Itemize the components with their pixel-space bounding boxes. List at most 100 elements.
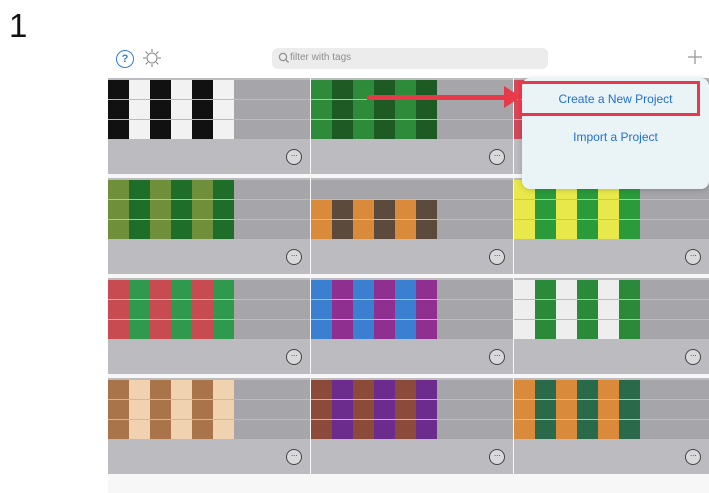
project-browser: ? filter with tags ··· ··· ··· ··· ··· ··· ···… bbox=[108, 40, 709, 493]
thumbnail-strip bbox=[311, 420, 513, 439]
video-thumbnail bbox=[213, 280, 234, 299]
add-icon[interactable] bbox=[686, 48, 704, 66]
video-thumbnail bbox=[416, 280, 437, 299]
gear-icon[interactable] bbox=[142, 48, 162, 68]
video-thumbnail bbox=[416, 380, 437, 399]
video-thumbnail bbox=[171, 380, 192, 399]
thumbnail-strip bbox=[311, 400, 513, 419]
video-thumbnail bbox=[171, 280, 192, 299]
thumbnail-strip bbox=[311, 200, 513, 219]
video-thumbnail bbox=[619, 420, 640, 439]
video-thumbnail bbox=[213, 200, 234, 219]
video-thumbnail bbox=[395, 220, 416, 239]
more-options-icon[interactable]: ··· bbox=[685, 249, 701, 265]
video-thumbnail bbox=[171, 200, 192, 219]
video-thumbnail bbox=[416, 300, 437, 319]
video-thumbnail bbox=[556, 220, 577, 239]
video-thumbnail bbox=[374, 120, 395, 139]
more-options-icon[interactable]: ··· bbox=[489, 349, 505, 365]
help-icon[interactable]: ? bbox=[116, 50, 134, 68]
project-tile[interactable]: ··· bbox=[311, 378, 513, 474]
video-thumbnail bbox=[619, 300, 640, 319]
more-options-icon[interactable]: ··· bbox=[286, 249, 302, 265]
video-thumbnail bbox=[416, 420, 437, 439]
project-tile[interactable]: ··· bbox=[108, 178, 310, 274]
video-thumbnail bbox=[129, 100, 150, 119]
project-tile[interactable]: ··· bbox=[311, 178, 513, 274]
thumbnail-strip bbox=[108, 220, 310, 239]
video-thumbnail bbox=[374, 420, 395, 439]
project-tile[interactable]: ··· bbox=[514, 278, 709, 374]
video-thumbnail bbox=[150, 380, 171, 399]
video-thumbnail bbox=[332, 420, 353, 439]
thumbnail-strip bbox=[108, 400, 310, 419]
video-thumbnail bbox=[129, 200, 150, 219]
video-thumbnail bbox=[395, 400, 416, 419]
thumbnail-strip bbox=[514, 400, 709, 419]
project-tile[interactable]: ··· bbox=[311, 278, 513, 374]
video-thumbnail bbox=[129, 180, 150, 199]
video-thumbnail bbox=[577, 380, 598, 399]
more-options-icon[interactable]: ··· bbox=[685, 349, 701, 365]
video-thumbnail bbox=[311, 380, 332, 399]
video-thumbnail bbox=[577, 320, 598, 339]
video-thumbnail bbox=[353, 320, 374, 339]
video-thumbnail bbox=[213, 400, 234, 419]
thumbnail-strip bbox=[514, 320, 709, 339]
video-thumbnail bbox=[213, 300, 234, 319]
project-tile[interactable]: ··· bbox=[108, 278, 310, 374]
video-thumbnail bbox=[577, 300, 598, 319]
more-options-icon[interactable]: ··· bbox=[286, 449, 302, 465]
more-options-icon[interactable]: ··· bbox=[685, 449, 701, 465]
video-thumbnail bbox=[619, 220, 640, 239]
video-thumbnail bbox=[353, 280, 374, 299]
video-thumbnail bbox=[556, 380, 577, 399]
video-thumbnail bbox=[311, 400, 332, 419]
video-thumbnail bbox=[514, 320, 535, 339]
import-project-menu-item[interactable]: Import a Project bbox=[522, 118, 709, 156]
video-thumbnail bbox=[192, 300, 213, 319]
video-thumbnail bbox=[311, 420, 332, 439]
search-placeholder: filter with tags bbox=[290, 52, 352, 63]
search-icon bbox=[278, 52, 289, 63]
video-thumbnail bbox=[374, 400, 395, 419]
video-thumbnail bbox=[213, 220, 234, 239]
video-thumbnail bbox=[108, 220, 129, 239]
thumbnail-strip bbox=[108, 180, 310, 199]
video-thumbnail bbox=[332, 120, 353, 139]
video-thumbnail bbox=[535, 400, 556, 419]
video-thumbnail bbox=[577, 220, 598, 239]
video-thumbnail bbox=[395, 100, 416, 119]
more-options-icon[interactable]: ··· bbox=[489, 249, 505, 265]
video-thumbnail bbox=[129, 220, 150, 239]
video-thumbnail bbox=[171, 400, 192, 419]
thumbnail-strip bbox=[108, 380, 310, 399]
video-thumbnail bbox=[108, 80, 129, 99]
video-thumbnail bbox=[395, 280, 416, 299]
video-thumbnail bbox=[213, 80, 234, 99]
project-tile[interactable]: ··· bbox=[514, 178, 709, 274]
more-options-icon[interactable]: ··· bbox=[286, 349, 302, 365]
video-thumbnail bbox=[353, 420, 374, 439]
video-thumbnail bbox=[535, 300, 556, 319]
video-thumbnail bbox=[353, 400, 374, 419]
project-tile[interactable]: ··· bbox=[311, 78, 513, 174]
more-options-icon[interactable]: ··· bbox=[286, 149, 302, 165]
thumbnail-strip bbox=[514, 380, 709, 399]
project-tile[interactable]: ··· bbox=[514, 378, 709, 474]
video-thumbnail bbox=[129, 120, 150, 139]
thumbnail-strip bbox=[311, 320, 513, 339]
video-thumbnail bbox=[150, 120, 171, 139]
video-thumbnail bbox=[213, 180, 234, 199]
video-thumbnail bbox=[395, 380, 416, 399]
video-thumbnail bbox=[311, 80, 332, 99]
project-tile[interactable]: ··· bbox=[108, 378, 310, 474]
project-tile[interactable]: ··· bbox=[108, 78, 310, 174]
video-thumbnail bbox=[619, 280, 640, 299]
video-thumbnail bbox=[213, 100, 234, 119]
video-thumbnail bbox=[150, 80, 171, 99]
more-options-icon[interactable]: ··· bbox=[489, 149, 505, 165]
more-options-icon[interactable]: ··· bbox=[489, 449, 505, 465]
search-input[interactable]: filter with tags bbox=[272, 48, 548, 69]
video-thumbnail bbox=[374, 100, 395, 119]
